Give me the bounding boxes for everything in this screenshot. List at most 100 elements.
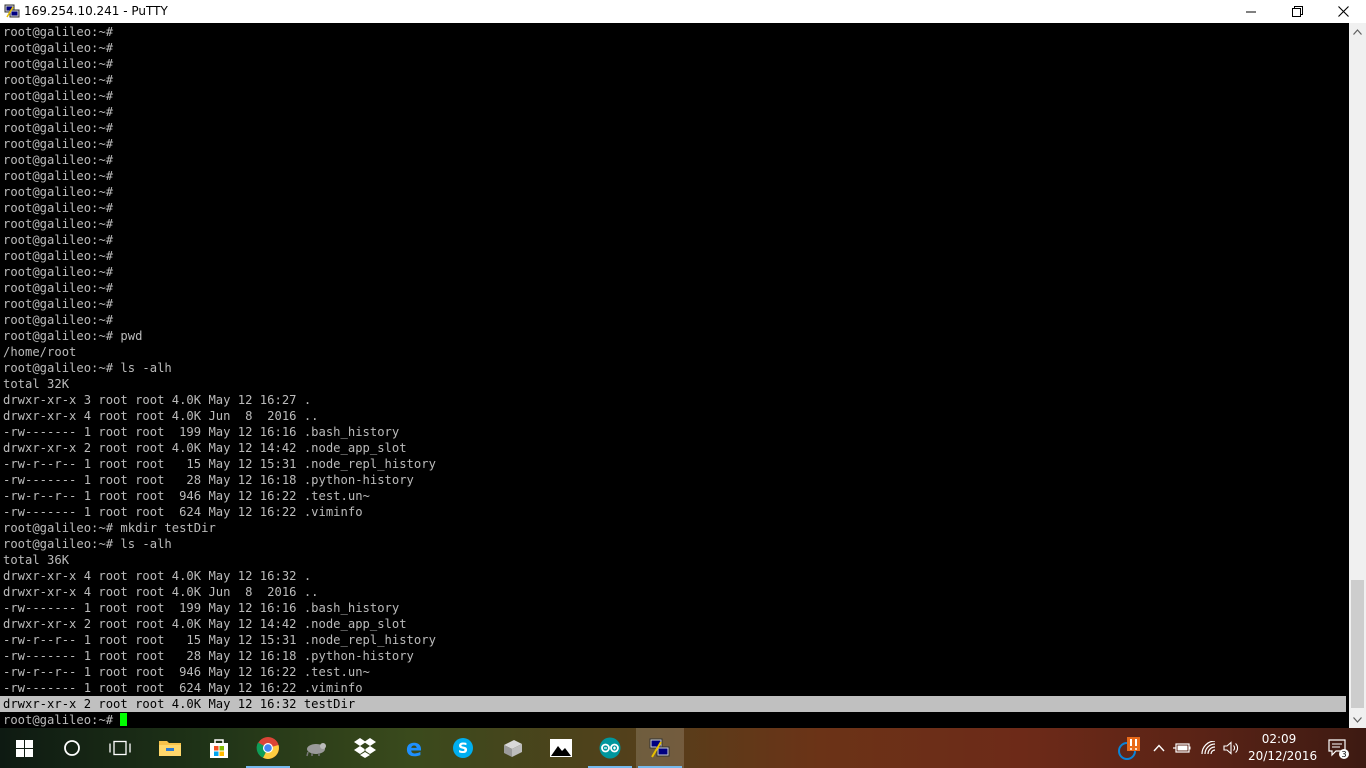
terminal-line: total 36K bbox=[3, 553, 70, 567]
window-title: 169.254.10.241 - PuTTY bbox=[24, 4, 168, 18]
terminal-line: root@galileo:~# pwd bbox=[3, 329, 143, 343]
terminal-line: drwxr-xr-x 4 root root 4.0K May 12 16:32… bbox=[3, 569, 312, 583]
terminal-line: root@galileo:~# bbox=[3, 57, 114, 71]
action-center-icon: 3 bbox=[1328, 739, 1349, 759]
terminal-line: root@galileo:~# bbox=[3, 121, 114, 135]
terminal-line: -rw------- 1 root root 28 May 12 16:18 .… bbox=[3, 649, 414, 663]
terminal-line: root@galileo:~# bbox=[3, 201, 114, 215]
dropbox-icon bbox=[354, 738, 376, 758]
taskbar-chrome[interactable] bbox=[244, 728, 292, 768]
scroll-thumb[interactable] bbox=[1351, 580, 1364, 708]
terminal-line: root@galileo:~# bbox=[3, 25, 114, 39]
terminal-line: -rw------- 1 root root 624 May 12 16:22 … bbox=[3, 505, 363, 519]
battery-status[interactable] bbox=[1172, 728, 1192, 768]
terminal-line: drwxr-xr-x 2 root root 4.0K May 12 14:42… bbox=[3, 441, 407, 455]
terminal-line: root@galileo:~# ls -alh bbox=[3, 361, 172, 375]
show-hidden-icons-button[interactable] bbox=[1150, 728, 1168, 768]
terminal-line: root@galileo:~# bbox=[3, 185, 114, 199]
minimize-button[interactable] bbox=[1228, 0, 1274, 23]
scroll-up-button[interactable] bbox=[1349, 23, 1366, 40]
terminal-line: drwxr-xr-x 2 root root 4.0K May 12 14:42… bbox=[3, 617, 407, 631]
scroll-down-button[interactable] bbox=[1349, 711, 1366, 728]
terminal-line: root@galileo:~# bbox=[3, 89, 114, 103]
tray-app[interactable] bbox=[1114, 728, 1144, 768]
taskbar-edge[interactable]: e bbox=[390, 728, 438, 768]
action-center-button[interactable]: 3 bbox=[1318, 728, 1358, 768]
chrome-icon bbox=[256, 737, 279, 759]
terminal-line: root@galileo:~# bbox=[3, 217, 114, 231]
search-button[interactable] bbox=[48, 728, 96, 768]
alert-app-icon bbox=[1118, 737, 1140, 760]
restore-icon bbox=[1291, 6, 1303, 17]
terminal-prompt-line[interactable]: root@galileo:~# bbox=[3, 712, 1346, 728]
terminal-line: root@galileo:~# ls -alh bbox=[3, 537, 172, 551]
close-button[interactable] bbox=[1320, 0, 1366, 23]
terminal-line: root@galileo:~# mkdir testDir bbox=[3, 521, 216, 535]
putty-app-icon[interactable] bbox=[4, 3, 20, 19]
arduino-icon bbox=[599, 737, 621, 759]
terminal-line: -rw-r--r-- 1 root root 15 May 12 15:31 .… bbox=[3, 633, 436, 647]
taskbar-arduino[interactable] bbox=[586, 728, 634, 768]
animal-icon bbox=[306, 743, 326, 757]
terminal-line: root@galileo:~# bbox=[3, 249, 114, 263]
wifi-icon bbox=[1201, 741, 1216, 755]
close-icon bbox=[1337, 6, 1349, 17]
svg-text:S: S bbox=[458, 741, 468, 757]
terminal-line: root@galileo:~# bbox=[3, 41, 114, 55]
speaker-icon bbox=[1223, 741, 1238, 755]
terminal-line: root@galileo:~# bbox=[3, 233, 114, 247]
terminal-line: -rw-r--r-- 1 root root 946 May 12 16:22 … bbox=[3, 489, 370, 503]
skype-icon: S bbox=[453, 738, 473, 758]
title-bar[interactable]: 169.254.10.241 - PuTTY bbox=[0, 0, 1366, 23]
taskbar-photos[interactable] bbox=[537, 728, 585, 768]
terminal-selected-line[interactable]: drwxr-xr-x 2 root root 4.0K May 12 16:32… bbox=[0, 696, 1346, 712]
taskbar-putty[interactable] bbox=[636, 728, 684, 768]
svg-text:e: e bbox=[406, 737, 422, 759]
terminal-line: -rw------- 1 root root 199 May 12 16:16 … bbox=[3, 425, 400, 439]
scroll-down-icon bbox=[1353, 716, 1362, 723]
scroll-up-icon bbox=[1353, 28, 1362, 35]
taskbar-network-app[interactable] bbox=[488, 728, 536, 768]
start-button[interactable] bbox=[0, 728, 48, 768]
volume-control[interactable] bbox=[1220, 728, 1242, 768]
terminal-line: root@galileo:~# bbox=[3, 265, 114, 279]
terminal-output: root@galileo:~# root@galileo:~# root@gal… bbox=[0, 24, 1346, 728]
clock-time: 02:09 bbox=[1261, 732, 1297, 746]
taskbar-file-explorer[interactable] bbox=[146, 728, 194, 768]
terminal-line: -rw-r--r-- 1 root root 946 May 12 16:22 … bbox=[3, 665, 370, 679]
terminal-line: root@galileo:~# bbox=[3, 297, 114, 311]
edge-icon: e bbox=[406, 737, 422, 759]
terminal-line: root@galileo:~# bbox=[3, 73, 114, 87]
folder-icon bbox=[159, 741, 181, 756]
wifi-status[interactable] bbox=[1197, 728, 1219, 768]
taskbar-app-animal[interactable] bbox=[292, 728, 340, 768]
terminal-line: -rw-r--r-- 1 root root 15 May 12 15:31 .… bbox=[3, 457, 436, 471]
notification-count: 3 bbox=[1341, 750, 1346, 759]
taskbar-store[interactable] bbox=[195, 728, 243, 768]
taskbar-skype[interactable]: S bbox=[439, 728, 487, 768]
terminal-line: total 32K bbox=[3, 377, 70, 391]
terminal-line: root@galileo:~# bbox=[3, 313, 114, 327]
chevron-up-icon bbox=[1153, 744, 1165, 752]
prompt-text: root@galileo:~# bbox=[3, 713, 121, 727]
clock[interactable]: 02:09 20/12/2016 bbox=[1248, 731, 1318, 765]
minimize-icon bbox=[1246, 11, 1256, 12]
restore-button[interactable] bbox=[1274, 0, 1320, 23]
terminal-line: root@galileo:~# bbox=[3, 281, 114, 295]
terminal-line: -rw------- 1 root root 199 May 12 16:16 … bbox=[3, 601, 400, 615]
task-view-button[interactable] bbox=[96, 728, 144, 768]
terminal-area[interactable]: root@galileo:~# root@galileo:~# root@gal… bbox=[0, 23, 1349, 728]
vertical-scrollbar[interactable] bbox=[1349, 23, 1366, 728]
terminal-line: drwxr-xr-x 4 root root 4.0K Jun 8 2016 .… bbox=[3, 585, 319, 599]
terminal-line: drwxr-xr-x 4 root root 4.0K Jun 8 2016 .… bbox=[3, 409, 319, 423]
clock-date: 20/12/2016 bbox=[1248, 749, 1318, 763]
task-view-icon bbox=[109, 740, 131, 756]
store-icon bbox=[210, 739, 228, 758]
terminal-line: drwxr-xr-x 3 root root 4.0K May 12 16:27… bbox=[3, 393, 312, 407]
cortana-circle-icon bbox=[64, 740, 80, 756]
taskbar: e S 02:09 20/12/2016 3 bbox=[0, 728, 1366, 768]
taskbar-dropbox[interactable] bbox=[341, 728, 389, 768]
photos-icon bbox=[550, 739, 572, 757]
windows-logo-icon bbox=[15, 739, 33, 757]
text-cursor bbox=[120, 713, 128, 726]
